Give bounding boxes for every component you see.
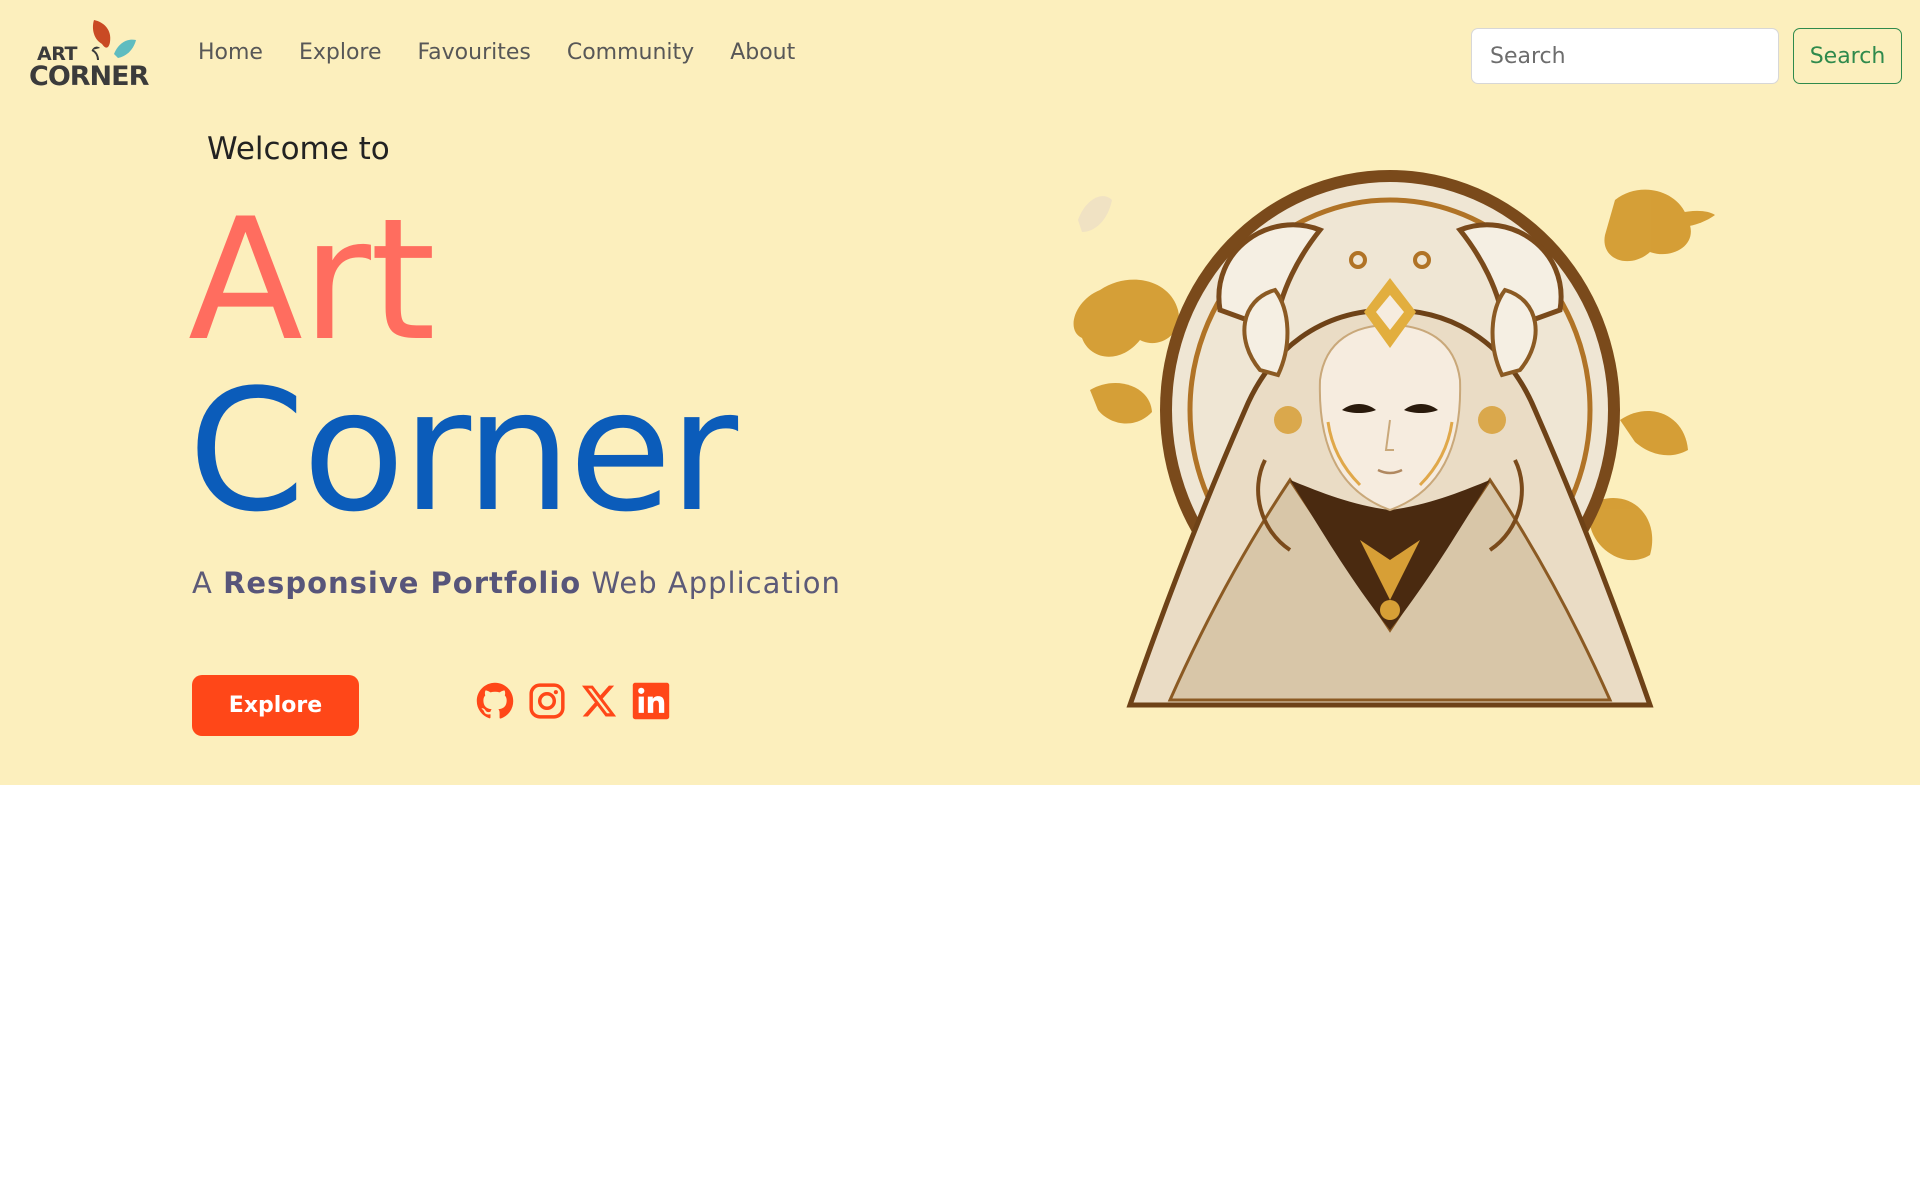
logo-text-corner: CORNER (29, 61, 149, 92)
navbar: ART CORNER Home Explore Favourites Commu… (0, 0, 1920, 112)
nav-link-home[interactable]: Home (198, 40, 263, 65)
tagline-suffix: Web Application (591, 566, 841, 600)
search-button[interactable]: Search (1793, 28, 1902, 84)
explore-button[interactable]: Explore (192, 675, 359, 736)
nav-link-about[interactable]: About (730, 40, 795, 65)
tagline-prefix: A (192, 566, 213, 600)
nav-link-community[interactable]: Community (567, 40, 694, 65)
tagline-bold: Responsive Portfolio (223, 566, 582, 600)
social-links (476, 682, 670, 720)
ornate-mask-illustration (1073, 170, 1715, 708)
nav-links: Home Explore Favourites Community About (198, 40, 831, 65)
x-twitter-icon (581, 685, 617, 717)
hero-title-corner: Corner (188, 353, 738, 549)
github-icon (476, 682, 514, 719)
linkedin-icon (632, 682, 670, 720)
nav-link-favourites[interactable]: Favourites (418, 40, 531, 65)
github-link[interactable] (476, 682, 514, 720)
hero-tagline: A Responsive Portfolio Web Application (192, 566, 841, 600)
linkedin-link[interactable] (632, 682, 670, 720)
nav-link-explore[interactable]: Explore (299, 40, 382, 65)
hero-title-art: Art (188, 182, 436, 378)
instagram-icon (529, 683, 565, 719)
search-input[interactable] (1471, 28, 1779, 84)
x-twitter-link[interactable] (580, 682, 618, 720)
brand-logo[interactable]: ART CORNER (28, 18, 152, 94)
instagram-link[interactable] (528, 682, 566, 720)
welcome-text: Welcome to (207, 131, 390, 167)
